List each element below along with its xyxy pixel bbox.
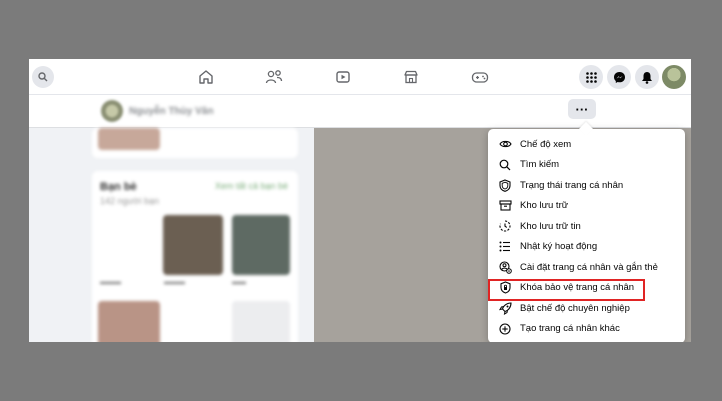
- grid-menu-icon: [585, 71, 597, 83]
- profile-avatar-small: [101, 100, 123, 122]
- search-icon: [38, 72, 48, 82]
- menu-item-search[interactable]: Tìm kiếm: [492, 155, 681, 175]
- nav-marketplace[interactable]: [401, 67, 421, 87]
- photo-thumbnail: [98, 128, 160, 150]
- menu-item-view-as[interactable]: Chế độ xem: [492, 134, 681, 154]
- top-navigation-bar: [29, 59, 691, 95]
- menu-item-create-profile[interactable]: Tạo trang cá nhân khác: [492, 319, 681, 339]
- more-options-button[interactable]: ···: [568, 99, 596, 119]
- home-icon: [199, 70, 213, 84]
- highlight-box: [488, 279, 645, 301]
- friends-title: Bạn bè: [100, 181, 137, 193]
- plus-circle-icon: [497, 321, 513, 337]
- marketplace-icon: [404, 70, 418, 84]
- activity-list-icon: [497, 239, 513, 255]
- menu-button[interactable]: [579, 65, 603, 89]
- messenger-button[interactable]: [607, 65, 631, 89]
- menu-item-label: Nhật ký hoạt động: [520, 241, 598, 252]
- nav-watch[interactable]: [333, 67, 353, 87]
- menu-item-label: Tạo trang cá nhân khác: [520, 323, 620, 334]
- menu-item-label: Tìm kiếm: [520, 159, 560, 170]
- messenger-icon: [613, 71, 625, 83]
- bell-icon: [642, 71, 652, 84]
- friend-photo[interactable]: [98, 301, 160, 342]
- archive-box-icon: [497, 198, 513, 214]
- menu-item-label: Bật chế độ chuyên nghiệp: [520, 302, 630, 314]
- friend-photo[interactable]: [163, 215, 223, 275]
- see-all-friends-link[interactable]: Xem tất cả bạn bè: [215, 181, 288, 191]
- menu-item-label: Kho lưu trữ tin: [520, 220, 581, 232]
- menu-item-label: Trạng thái trang cá nhân: [520, 179, 624, 191]
- facebook-window: Nguyễn Thùy Vân ··· Bạn bè 142 người bạn…: [29, 59, 691, 342]
- account-avatar[interactable]: [662, 65, 686, 89]
- menu-item-activity-log[interactable]: Nhật ký hoạt động: [492, 237, 681, 257]
- menu-item-label: Cài đặt trang cá nhân và gắn thẻ: [520, 261, 658, 273]
- profile-settings-icon: [497, 259, 513, 275]
- professional-mode-icon: [497, 300, 513, 316]
- menu-item-profile-status[interactable]: Trạng thái trang cá nhân: [492, 175, 681, 195]
- intro-card: [92, 128, 298, 158]
- shield-status-icon: [497, 177, 513, 193]
- friend-name: ▬▬: [232, 279, 246, 286]
- profile-name: Nguyễn Thùy Vân: [129, 106, 214, 117]
- friends-icon: [265, 70, 283, 84]
- profile-options-menu: Chế độ xem Tìm kiếm Trạng thái trang cá …: [488, 121, 685, 342]
- search-button[interactable]: [32, 66, 54, 88]
- gamepad-icon: [471, 72, 489, 83]
- nav-gaming[interactable]: [470, 67, 490, 87]
- story-archive-icon: [497, 218, 513, 234]
- menu-item-label: Kho lưu trữ: [520, 200, 569, 211]
- nav-friends[interactable]: [264, 67, 284, 87]
- friends-count: 142 người bạn: [100, 196, 159, 206]
- friend-photo[interactable]: [232, 215, 290, 275]
- profile-left-column: Bạn bè 142 người bạn Xem tất cả bạn bè ▬…: [29, 128, 299, 342]
- video-icon: [336, 71, 350, 83]
- search-icon: [497, 157, 513, 173]
- notifications-button[interactable]: [635, 65, 659, 89]
- menu-item-story-archive[interactable]: Kho lưu trữ tin: [492, 216, 681, 236]
- menu-item-label: Chế độ xem: [520, 138, 572, 150]
- friends-card: Bạn bè 142 người bạn Xem tất cả bạn bè ▬…: [92, 171, 298, 342]
- friend-name: ▬▬▬: [100, 279, 121, 286]
- friend-photo[interactable]: [232, 301, 290, 342]
- menu-item-archive[interactable]: Kho lưu trữ: [492, 196, 681, 216]
- friend-name: ▬▬▬: [164, 279, 185, 286]
- menu-item-profile-settings[interactable]: Cài đặt trang cá nhân và gắn thẻ: [492, 257, 681, 277]
- profile-sticky-header: Nguyễn Thùy Vân ···: [29, 95, 691, 128]
- eye-icon: [497, 136, 513, 152]
- nav-home[interactable]: [196, 67, 216, 87]
- menu-item-professional-mode[interactable]: Bật chế độ chuyên nghiệp: [492, 298, 681, 318]
